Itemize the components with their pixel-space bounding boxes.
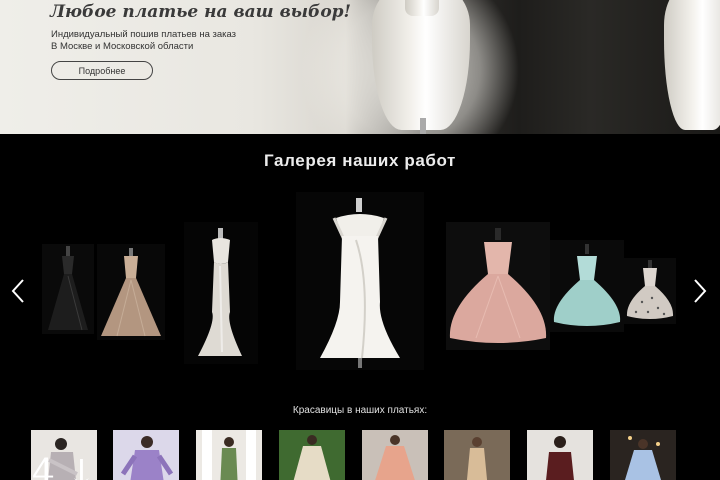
customer-photo-5[interactable] xyxy=(362,430,428,480)
chevron-left-icon xyxy=(11,279,24,303)
mannequin-stand xyxy=(420,118,426,134)
gallery-dress-ivory-mermaid[interactable] xyxy=(184,222,258,364)
mannequin-right xyxy=(664,0,720,130)
gallery-dress-white-mermaid-featured[interactable] xyxy=(296,192,424,370)
hero-subtitle-line1: Индивидуальный пошив платьев на заказ xyxy=(51,29,237,40)
mannequin-neck xyxy=(405,0,439,16)
customer-photo-3[interactable] xyxy=(196,430,262,480)
hero-banner: Любое платье на ваш выбор! Индивидуальны… xyxy=(0,0,720,134)
details-button[interactable]: Подробнее xyxy=(51,61,153,80)
hero-subtitle-line2: В Москве и Московской области xyxy=(51,41,194,52)
gallery-dress-champagne-gown[interactable] xyxy=(97,244,165,340)
hero-title: Любое платье на ваш выбор! xyxy=(50,2,352,22)
customer-photo-7[interactable] xyxy=(527,430,593,480)
customer-photo-4[interactable] xyxy=(279,430,345,480)
gallery-title: Галерея наших работ xyxy=(264,151,456,170)
chevron-right-icon xyxy=(694,279,707,303)
gallery-prev-button[interactable] xyxy=(7,277,29,305)
beauties-title: Красавицы в наших платьях: xyxy=(292,405,428,416)
customer-photo-6[interactable] xyxy=(444,430,510,480)
gallery-next-button[interactable] xyxy=(689,277,711,305)
gallery-dress-mint-midi[interactable] xyxy=(550,240,624,332)
customer-photo-8[interactable] xyxy=(610,430,676,480)
gallery-dress-blush-midi[interactable] xyxy=(446,222,550,350)
customer-photo-2[interactable] xyxy=(113,430,179,480)
mannequin-left xyxy=(372,0,470,130)
gallery-dress-black-gown[interactable] xyxy=(42,244,94,334)
gallery-dress-polka-midi[interactable] xyxy=(624,258,676,324)
floating-counter: 4 ↓ xyxy=(32,453,97,480)
